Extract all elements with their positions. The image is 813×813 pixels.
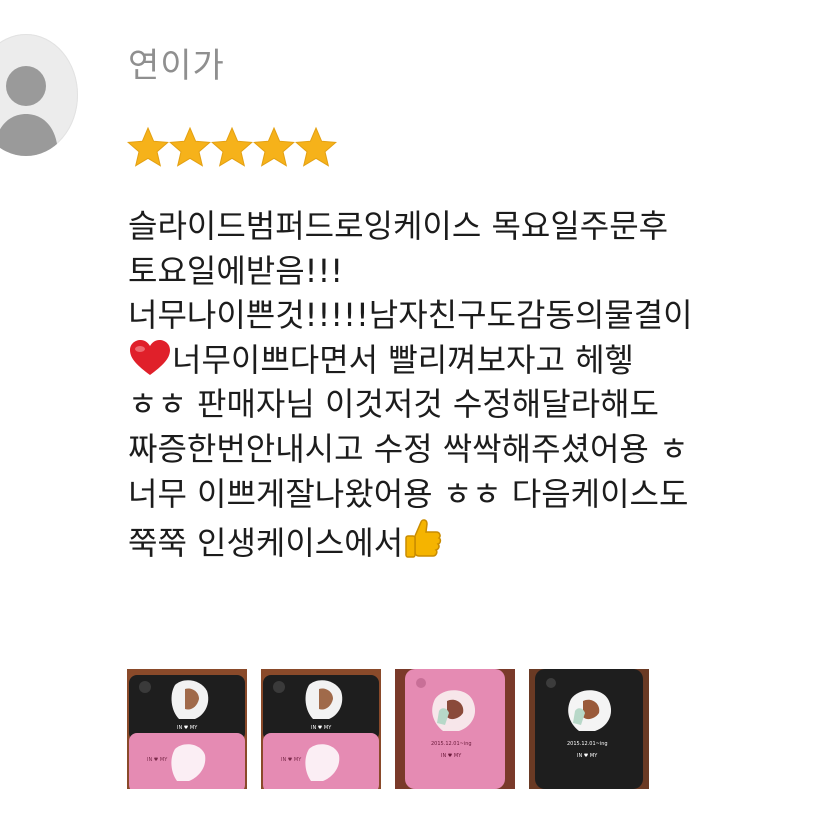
review-photo[interactable]: 2015.12.01~ing IN ♥ MY xyxy=(395,669,515,789)
black-and-pink-cases-photo: IN ♥ MY IN ♥ MY xyxy=(261,669,381,789)
svg-text:IN ♥ MY: IN ♥ MY xyxy=(147,757,168,763)
svg-text:IN ♥ MY: IN ♥ MY xyxy=(177,725,198,731)
review-line-text: 너무이쁘다면서 빨리껴보자고 헤헿 xyxy=(172,340,634,379)
star-icon xyxy=(295,126,337,167)
avatar xyxy=(0,34,78,156)
review-author: 연이가 xyxy=(128,46,225,86)
pink-case-photo: 2015.12.01~ing IN ♥ MY xyxy=(395,669,515,789)
review-line-text: 쭉쭉 인생케이스에서 xyxy=(128,524,404,563)
review-text: 슬라이드범퍼드로잉케이스 목요일주문후 토요일에받음!!! 너무나이쁜것!!!!… xyxy=(128,204,813,563)
svg-text:IN ♥ MY: IN ♥ MY xyxy=(311,725,332,731)
star-icon xyxy=(253,126,295,167)
review-line: 너무 이쁘게잘나왔어용 ㅎㅎ 다음케이스도 xyxy=(128,474,689,513)
rating-stars xyxy=(127,126,337,168)
black-and-pink-cases-photo: IN ♥ MY IN ♥ MY xyxy=(127,669,247,789)
review-line: 짜증한번안내시고 수정 싹싹해주셨어용 ㅎ xyxy=(128,429,689,468)
review-photo[interactable]: IN ♥ MY IN ♥ MY xyxy=(261,669,381,789)
svg-text:2015.12.01~ing: 2015.12.01~ing xyxy=(431,741,472,747)
star-icon xyxy=(169,126,211,167)
review-line-with-heart: 너무이쁘다면서 빨리껴보자고 헤헿 xyxy=(128,338,813,383)
star-icon xyxy=(127,126,169,167)
star-icon xyxy=(211,126,253,167)
review-line-with-thumb: 쭉쭉 인생케이스에서 xyxy=(128,516,813,563)
default-user-icon xyxy=(0,66,58,156)
red-heart-emoji xyxy=(128,339,172,389)
review-line: 슬라이드범퍼드로잉케이스 목요일주문후 xyxy=(128,207,669,245)
svg-text:IN ♥ MY: IN ♥ MY xyxy=(441,753,462,759)
review-photo[interactable]: IN ♥ MY IN ♥ MY xyxy=(127,669,247,789)
thumbs-up-emoji xyxy=(403,516,443,572)
review-line: 토요일에받음!!! xyxy=(128,251,344,290)
black-case-photo: 2015.12.01~ing IN ♥ MY xyxy=(529,669,649,789)
svg-text:IN ♥ MY: IN ♥ MY xyxy=(577,753,598,759)
review-line: 너무나이쁜것!!!!!남자친구도감동의물결이 xyxy=(128,296,693,335)
review-line: ㅎㅎ 판매자님 이것저것 수정해달라해도 xyxy=(128,385,659,424)
svg-text:2015.12.01~ing: 2015.12.01~ing xyxy=(567,741,608,747)
review-photo[interactable]: 2015.12.01~ing IN ♥ MY xyxy=(529,669,649,789)
svg-text:IN ♥ MY: IN ♥ MY xyxy=(281,757,302,763)
